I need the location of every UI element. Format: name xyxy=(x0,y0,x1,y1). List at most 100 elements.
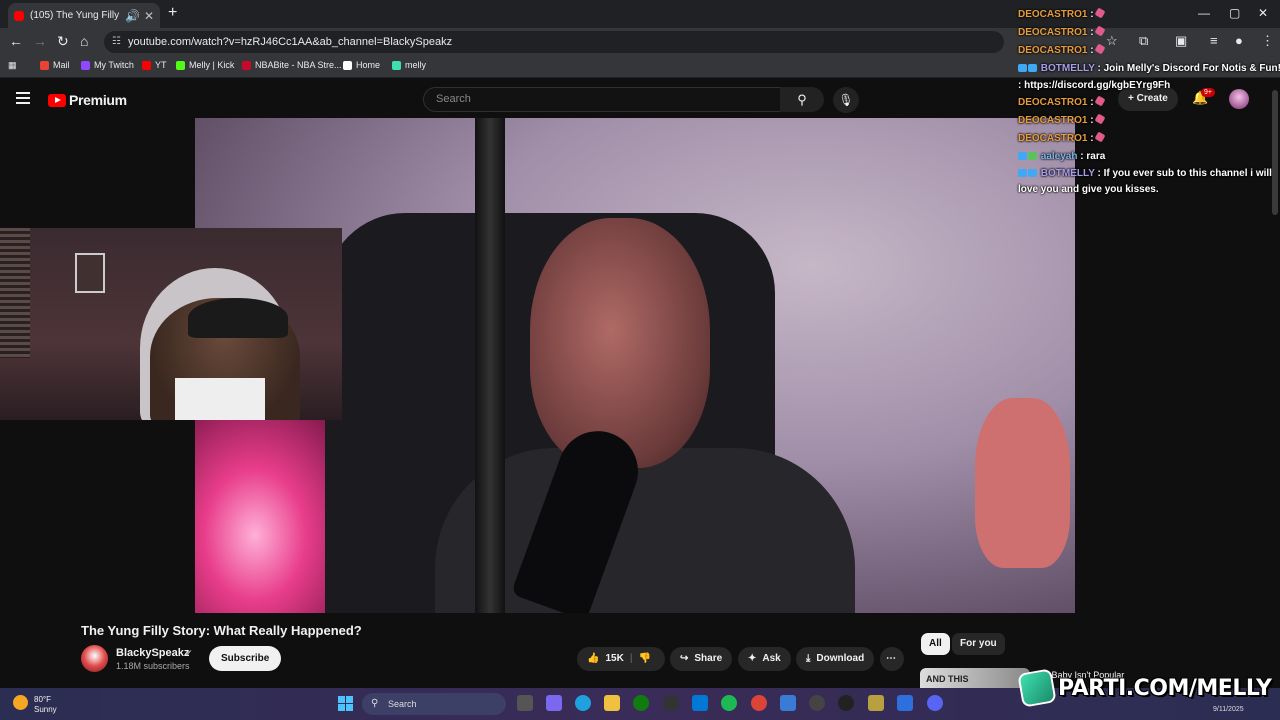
more-actions-button[interactable]: ⋯ xyxy=(880,647,904,671)
channel-avatar[interactable] xyxy=(81,645,108,672)
chat-line: BOTMELLY : If you ever sub to this chann… xyxy=(1018,168,1272,179)
url-text: youtube.com/watch?v=hzRJ46Cc1AA&ab_chann… xyxy=(128,36,453,48)
search-icon: ⚲ xyxy=(797,92,807,107)
chip-all[interactable]: All xyxy=(921,633,950,655)
webcam-window-blinds xyxy=(0,228,30,358)
xbox-icon[interactable] xyxy=(633,695,649,711)
video-person-hand xyxy=(975,398,1070,568)
media-player-icon[interactable] xyxy=(809,695,825,711)
bookmark-my-twitch[interactable]: My Twitch xyxy=(81,60,134,70)
youtube-play-icon xyxy=(48,93,66,107)
bookmark-melly-kick[interactable]: Melly | Kick xyxy=(176,60,234,70)
emote-icon xyxy=(1094,43,1106,55)
chrome-icon[interactable] xyxy=(751,695,767,711)
back-icon[interactable]: ← xyxy=(9,33,23,49)
video-background-light xyxy=(195,418,345,613)
app-icon[interactable] xyxy=(868,695,884,711)
app-icon[interactable] xyxy=(897,695,913,711)
sunny-weather-icon xyxy=(13,695,28,710)
video-title: The Yung Filly Story: What Really Happen… xyxy=(81,623,362,638)
chat-line: BOTMELLY : Join Melly's Discord For Noti… xyxy=(1018,63,1280,74)
streamer-webcam-overlay xyxy=(0,228,342,420)
chat-line: aaleyah : rara xyxy=(1018,151,1105,162)
thumbs-up-icon[interactable]: 👍 xyxy=(587,647,599,671)
twitch-icon xyxy=(81,60,90,70)
address-bar[interactable]: ☷ youtube.com/watch?v=hzRJ46Cc1AA&ab_cha… xyxy=(104,31,1004,53)
ask-button[interactable]: ✦ Ask xyxy=(738,647,791,671)
discord-icon[interactable] xyxy=(927,695,943,711)
apps-grid-icon[interactable]: ▦ xyxy=(8,60,17,71)
search-icon: ⚲ xyxy=(371,698,379,709)
webcam-person-shirt xyxy=(175,378,265,420)
home-icon[interactable]: ⌂ xyxy=(80,33,88,49)
bookmark-melly[interactable]: melly xyxy=(392,60,426,70)
steam-icon[interactable] xyxy=(663,695,679,711)
weather-widget[interactable]: 80°F Sunny xyxy=(13,695,57,715)
task-view-icon[interactable] xyxy=(517,695,533,711)
chat-line: DEOCASTRO1 : xyxy=(1018,95,1106,108)
emote-icon xyxy=(1094,131,1106,143)
bookmark-mail[interactable]: Mail xyxy=(40,60,70,70)
youtube-logo[interactable]: Premium xyxy=(48,92,127,108)
thumbs-down-icon[interactable]: 👎 xyxy=(639,647,651,671)
browser-tab-active[interactable]: (105) The Yung Filly Story: W 🔊 ✕ xyxy=(8,3,160,28)
sparkle-icon: ✦ xyxy=(748,653,757,664)
voice-search-button[interactable]: 🎙 xyxy=(833,87,859,113)
youtube-favicon-icon xyxy=(14,10,24,21)
speaker-icon[interactable]: 🔊 xyxy=(125,9,140,23)
parti-overlay: PARTI.COM/MELLY xyxy=(1017,668,1280,708)
channel-name[interactable]: BlackySpeakz xyxy=(116,647,189,659)
bookmark-yt[interactable]: YT xyxy=(142,60,167,70)
video-person-head xyxy=(530,218,710,468)
file-explorer-icon[interactable] xyxy=(604,695,620,711)
webcam-wall-frame xyxy=(75,253,105,293)
emote-icon xyxy=(1094,113,1106,125)
chat-line: DEOCASTRO1 : xyxy=(1018,43,1106,56)
photos-icon[interactable] xyxy=(780,695,796,711)
like-dislike-group: 👍 15K | 👎 xyxy=(577,647,665,671)
hamburger-menu-icon[interactable] xyxy=(16,92,30,107)
share-button[interactable]: ↪ Share xyxy=(670,647,733,671)
more-horizontal-icon: ⋯ xyxy=(886,653,896,664)
subscribe-button[interactable]: Subscribe xyxy=(209,646,282,671)
recommended-thumbnail[interactable]: AND THIS xyxy=(920,668,1030,688)
stream-chat-overlay: DEOCASTRO1 : DEOCASTRO1 : DEOCASTRO1 : B… xyxy=(1014,0,1280,200)
chat-badge-icon xyxy=(1028,152,1037,161)
parti-icon xyxy=(392,60,401,70)
video-mic-stand xyxy=(475,118,505,613)
site-info-icon[interactable]: ☷ xyxy=(112,31,121,53)
forward-icon[interactable]: → xyxy=(33,33,47,49)
spotify-icon[interactable] xyxy=(721,695,737,711)
youtube-icon xyxy=(142,60,151,70)
copilot-icon[interactable] xyxy=(546,695,562,711)
edge-icon[interactable] xyxy=(575,695,591,711)
parti-url-text: PARTI.COM/MELLY xyxy=(1058,675,1272,701)
windows-start-icon[interactable] xyxy=(338,696,353,711)
x-icon xyxy=(343,60,352,70)
chat-line: : https://discord.gg/kgbEYrg9Fh xyxy=(1018,80,1171,91)
chat-line: love you and give you kisses. xyxy=(1018,184,1159,195)
search-button[interactable]: ⚲ xyxy=(780,87,824,112)
store-icon[interactable] xyxy=(692,695,708,711)
new-tab-button[interactable]: + xyxy=(168,4,177,22)
close-tab-icon[interactable]: ✕ xyxy=(144,9,154,23)
taskbar-search[interactable]: ⚲ Search xyxy=(362,693,506,715)
search-input[interactable]: Search xyxy=(423,87,781,112)
chat-badge-icon xyxy=(1028,169,1037,178)
download-button[interactable]: ⤓ Download xyxy=(796,647,875,671)
bookmark-home[interactable]: Home xyxy=(343,60,380,70)
chat-line: DEOCASTRO1 : xyxy=(1018,25,1106,38)
chat-badge-icon xyxy=(1018,169,1027,178)
chip-for-you[interactable]: For you xyxy=(952,633,1005,655)
webcam-person-cap xyxy=(188,298,288,338)
share-icon: ↪ xyxy=(680,653,689,664)
reload-icon[interactable]: ↻ xyxy=(57,33,69,50)
chat-badge-icon xyxy=(1018,152,1027,161)
chat-line: DEOCASTRO1 : xyxy=(1018,113,1106,126)
nbabite-icon xyxy=(242,60,251,70)
like-count[interactable]: 15K xyxy=(605,647,623,671)
bookmark-nbabite[interactable]: NBABite - NBA Stre... xyxy=(242,60,342,70)
subscriber-count: 1.18M subscribers xyxy=(116,661,190,671)
page-scrollbar[interactable] xyxy=(1272,90,1278,215)
obs-icon[interactable] xyxy=(838,695,854,711)
